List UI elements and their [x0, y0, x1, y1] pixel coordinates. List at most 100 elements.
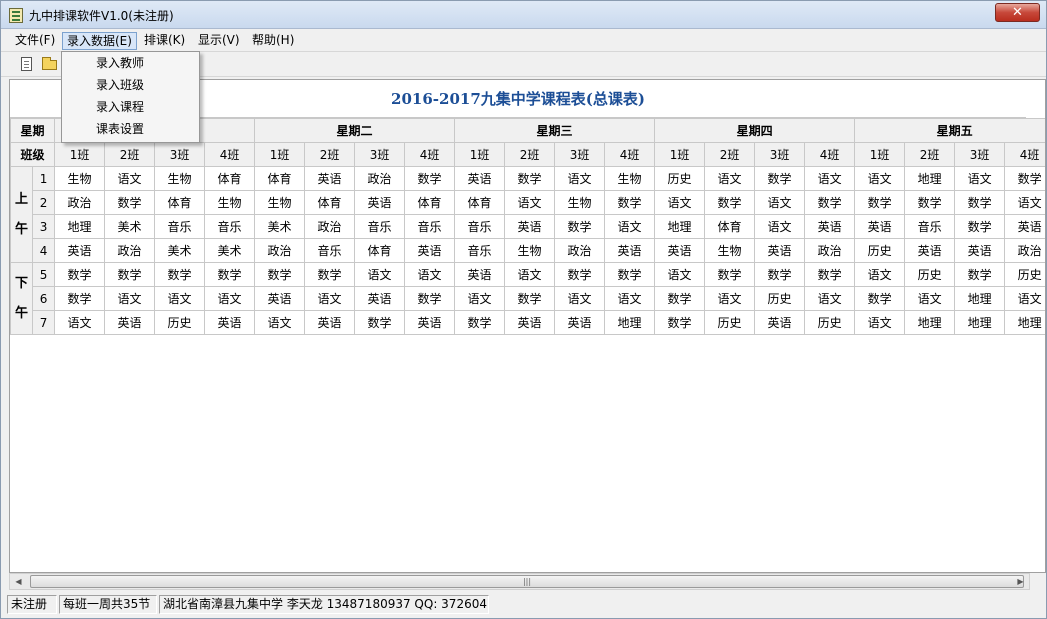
- class-header: 1班: [54, 142, 106, 167]
- course-cell: 体育: [404, 190, 456, 215]
- course-cell: 历史: [804, 310, 856, 335]
- class-header: 3班: [554, 142, 606, 167]
- course-cell: 数学: [404, 286, 456, 311]
- class-header: 4班: [204, 142, 256, 167]
- course-cell: 语文: [104, 286, 156, 311]
- course-cell: 地理: [1004, 310, 1045, 335]
- course-cell: 数学: [104, 262, 156, 287]
- menu-schedule[interactable]: 排课(K): [140, 32, 189, 50]
- course-cell: 地理: [954, 286, 1006, 311]
- table-row: 4 英语 政治 美术 美术 政治 音乐 体育 英语 音乐 生物 政治 英语 英语 生物 英语 政治 历史 英语 英语政…: [11, 238, 1045, 263]
- course-cell: 语文: [204, 286, 256, 311]
- course-cell: 生物: [204, 190, 256, 215]
- menu-view[interactable]: 显示(V): [194, 32, 244, 50]
- close-button[interactable]: ✕: [995, 3, 1040, 22]
- course-cell: 体育: [304, 190, 356, 215]
- horizontal-scrollbar[interactable]: ◀ ||| ▶: [9, 573, 1030, 590]
- course-cell: 历史: [154, 310, 206, 335]
- input-data-dropdown-menu: 录入教师 录入班级 录入课程 课表设置: [61, 51, 200, 143]
- course-cell: 英语: [904, 238, 956, 263]
- course-cell: 英语: [404, 310, 456, 335]
- course-cell: 语文: [1004, 190, 1045, 215]
- open-file-button[interactable]: [41, 56, 59, 74]
- class-header: 4班: [404, 142, 456, 167]
- menu-input-data[interactable]: 录入数据(E): [62, 32, 137, 50]
- course-cell: 语文: [854, 310, 906, 335]
- menu-item-input-courses[interactable]: 录入课程: [63, 97, 198, 118]
- course-cell: 英语: [454, 166, 506, 191]
- class-label: 班级: [10, 142, 56, 167]
- class-header: 4班: [604, 142, 656, 167]
- weekday-header: 星期二: [254, 118, 456, 143]
- course-cell: 数学: [54, 286, 106, 311]
- table-row: 下午 5 数学 数学 数学 数学 数学 数学 语文 语文 英语 语文 数学 数学 语文 数学 数学 数学 语文 历史数…: [10, 262, 1045, 335]
- course-cell: 英语: [604, 238, 656, 263]
- weekday-header: 星期五: [854, 118, 1045, 143]
- window-title: 九中排课软件V1.0(未注册): [29, 9, 174, 23]
- menu-file[interactable]: 文件(F): [11, 32, 59, 50]
- course-cell: 英语: [1004, 214, 1045, 239]
- course-cell: 英语: [754, 238, 806, 263]
- course-cell: 语文: [54, 310, 106, 335]
- course-cell: 数学: [854, 286, 906, 311]
- course-cell: 英语: [404, 238, 456, 263]
- course-cell: 英语: [804, 214, 856, 239]
- course-cell: 数学: [904, 190, 956, 215]
- course-cell: 数学: [754, 262, 806, 287]
- session-char: 下: [14, 275, 28, 291]
- menu-help[interactable]: 帮助(H): [248, 32, 298, 50]
- period-number: 5: [31, 262, 56, 287]
- course-cell: 政治: [354, 166, 406, 191]
- course-cell: 数学: [854, 190, 906, 215]
- course-cell: 音乐: [454, 214, 506, 239]
- menu-item-input-teachers[interactable]: 录入教师: [63, 53, 198, 74]
- course-cell: 美术: [204, 238, 256, 263]
- course-cell: 英语: [754, 310, 806, 335]
- course-cell: 地理: [654, 214, 706, 239]
- table-row: 7 语文 英语 历史 英语 语文 英语 数学 英语 数学 英语 英语 地理 数学 历史 英语 历史 语文 地理 地理地…: [11, 310, 1045, 335]
- course-cell: 数学: [654, 310, 706, 335]
- corner-label: 星期: [10, 118, 56, 143]
- course-cell: 英语: [454, 262, 506, 287]
- course-cell: 生物: [604, 166, 656, 191]
- period-number: 1: [31, 166, 56, 191]
- course-cell: 体育: [254, 166, 306, 191]
- course-cell: 数学: [954, 214, 1006, 239]
- course-cell: 历史: [904, 262, 956, 287]
- course-cell: 语文: [554, 166, 606, 191]
- session-char: 午: [14, 221, 28, 237]
- course-cell: 语文: [954, 166, 1006, 191]
- menu-bar: 文件(F) 录入数据(E) 排课(K) 显示(V) 帮助(H): [1, 30, 1046, 51]
- course-cell: 语文: [854, 262, 906, 287]
- menu-item-schedule-settings[interactable]: 课表设置: [63, 119, 198, 140]
- course-cell: 体育: [204, 166, 256, 191]
- title-bar[interactable]: 九中排课软件V1.0(未注册) ✕: [1, 1, 1046, 29]
- course-cell: 英语: [354, 190, 406, 215]
- course-cell: 数学: [754, 166, 806, 191]
- class-header: 2班: [104, 142, 156, 167]
- schedule-view[interactable]: 2016-2017九集中学课程表(总课表) 星期星期一星期二星期三星期四星期五班…: [9, 79, 1046, 573]
- course-cell: 英语: [654, 238, 706, 263]
- class-header: 3班: [954, 142, 1006, 167]
- course-cell: 语文: [254, 310, 306, 335]
- course-cell: 数学: [1004, 166, 1045, 191]
- app-icon: [9, 8, 23, 23]
- scroll-right-arrow-icon[interactable]: ▶: [1012, 574, 1029, 589]
- course-cell: 数学: [554, 214, 606, 239]
- course-cell: 语文: [154, 286, 206, 311]
- course-cell: 地理: [54, 214, 106, 239]
- course-cell: 生物: [154, 166, 206, 191]
- period-number: 7: [31, 310, 56, 335]
- course-cell: 英语: [504, 214, 556, 239]
- course-cell: 地理: [904, 166, 956, 191]
- course-cell: 语文: [854, 166, 906, 191]
- scroll-thumb[interactable]: |||: [30, 575, 1024, 588]
- course-cell: 语文: [1004, 286, 1045, 311]
- course-cell: 地理: [954, 310, 1006, 335]
- course-cell: 政治: [304, 214, 356, 239]
- course-cell: 语文: [454, 286, 506, 311]
- new-file-button[interactable]: [18, 56, 36, 74]
- course-cell: 美术: [154, 238, 206, 263]
- menu-item-input-classes[interactable]: 录入班级: [63, 75, 198, 96]
- scroll-left-arrow-icon[interactable]: ◀: [10, 574, 27, 589]
